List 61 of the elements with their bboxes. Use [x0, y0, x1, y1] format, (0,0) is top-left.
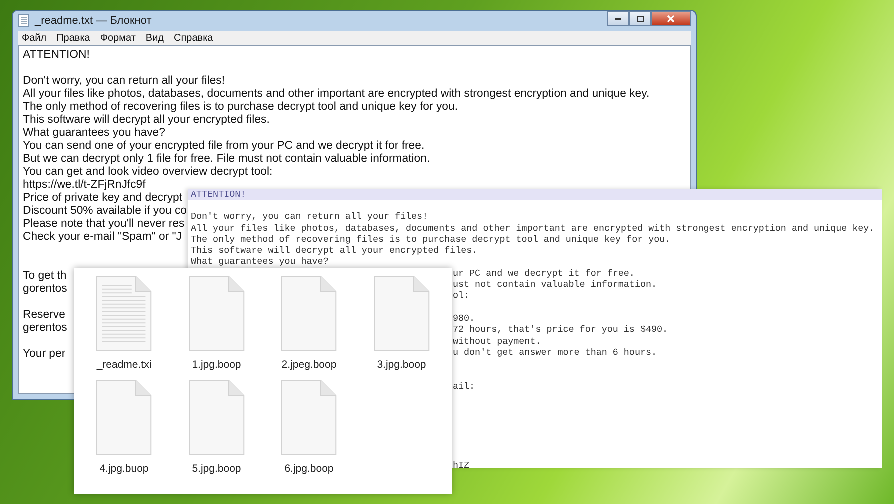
text-line: Check your e-mail "Spam" or "J: [23, 231, 182, 243]
text-line: 980.: [453, 312, 476, 324]
text-line: Please note that you'll never res: [23, 218, 185, 230]
text-line: You can send one of your encrypted file from your PC and we decrypt it for free.: [23, 140, 425, 152]
text-line: Your per: [23, 348, 66, 360]
text-line: Price of private key and decrypt: [23, 192, 183, 204]
text-line: https://we.tl/t-ZFjRnJfc9f: [23, 179, 146, 191]
file-name: _readme.txi: [96, 359, 152, 371]
file-name: 5.jpg.boop: [192, 463, 242, 475]
text-line: gerentos: [23, 322, 68, 334]
file-icon[interactable]: [96, 276, 152, 351]
file-icon[interactable]: [188, 276, 245, 351]
text-line: Discount 50% available if you co: [23, 205, 187, 217]
text-line: What guarantees you have?: [191, 256, 329, 268]
text-line: You can get and look video overview decrypt tool:: [23, 166, 273, 178]
text-line: gorentos: [23, 283, 68, 295]
notepad-icon: [18, 14, 30, 28]
text-line: hIZ: [453, 460, 470, 471]
text-line: Reserve: [23, 309, 66, 321]
text-line: ATTENTION!: [191, 189, 246, 200]
text-line: Don't worry, you can return all your files!: [191, 211, 428, 222]
text-line: without payment.: [453, 336, 542, 347]
menu-item[interactable]: Справка: [174, 32, 214, 44]
text-line: All your files like photos, databases, documents and other important are encrypted with strongest encryption and unique key.: [191, 222, 875, 234]
text-line: The only method of recovering files is to purchase decrypt tool and unique key for you.: [191, 234, 671, 245]
text-line: ail:: [453, 380, 476, 392]
file-icon[interactable]: [374, 276, 430, 351]
text-line: The only method of recovering files is to purchase decrypt tool and unique key for you.: [23, 101, 458, 113]
text-line: 72 hours, that's price for you is $490.: [453, 324, 668, 336]
window-title: _readme.txt — Блокнот: [35, 15, 152, 27]
maximize-icon: [636, 16, 644, 22]
file-icon[interactable]: [96, 380, 152, 455]
menu-item[interactable]: Формат: [100, 32, 136, 44]
minimize-icon: [613, 18, 623, 20]
text-line: What guarantees you have?: [23, 127, 166, 139]
text-line: This software will decrypt all your encrypted files.: [23, 114, 270, 126]
close-button[interactable]: [651, 11, 691, 26]
text-line: All your files like photos, databases, documents and other important are encrypted with strongest encryption and unique key.: [23, 88, 650, 100]
text-line: ol:: [453, 290, 470, 302]
text-line: ur PC and we decrypt it for free.: [453, 268, 635, 279]
file-name: 3.jpg.boop: [377, 359, 426, 371]
file-name: 4.jpg.buop: [100, 463, 149, 475]
text-line: u don't get answer more than 6 hours.: [453, 346, 657, 358]
text-line: But we can decrypt only 1 file for free. File must not contain valuable information.: [23, 153, 430, 165]
menu-item[interactable]: Файл: [22, 32, 47, 44]
text-line: This software will decrypt all your encrypted files.: [191, 245, 478, 256]
text-line: ust not contain valuable information.: [453, 279, 657, 290]
close-icon: [667, 14, 675, 22]
file-icon[interactable]: [281, 276, 338, 351]
menu-item[interactable]: Правка: [56, 32, 90, 44]
file-icon[interactable]: [281, 380, 338, 455]
file-name: 6.jpg.boop: [284, 463, 334, 475]
text-line: To get th: [23, 270, 67, 282]
menu-item[interactable]: Вид: [146, 32, 164, 44]
file-icon[interactable]: [188, 380, 245, 455]
maximize-button[interactable]: [629, 11, 651, 26]
text-line: ATTENTION!: [23, 49, 90, 61]
file-name: 2.jpeg.boop: [282, 359, 337, 371]
minimize-button[interactable]: [607, 11, 629, 26]
file-name: 1.jpg.boop: [192, 359, 242, 371]
text-line: Don't worry, you can return all your files!: [23, 75, 226, 87]
